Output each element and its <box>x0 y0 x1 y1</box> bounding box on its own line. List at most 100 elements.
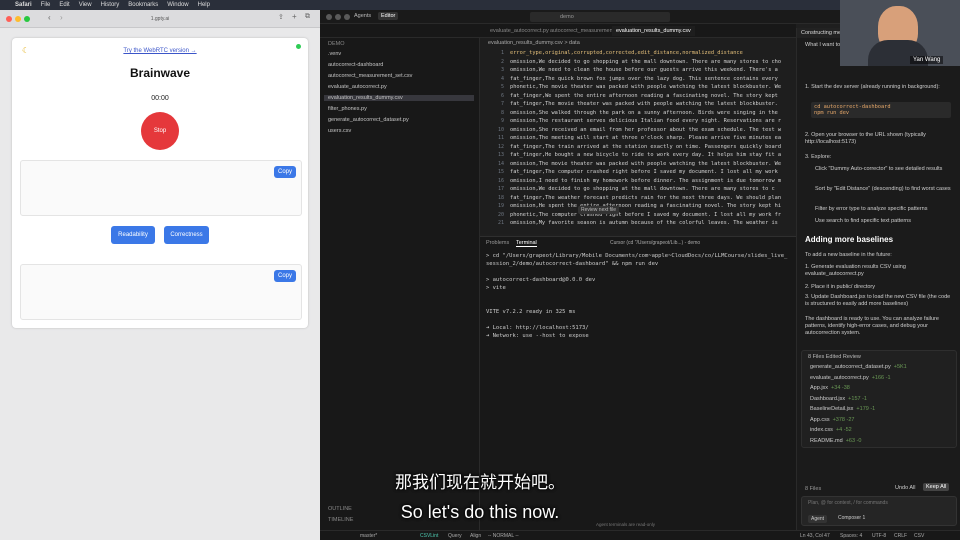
chat-input[interactable]: Plan, @ for context, / for commands Agen… <box>801 496 957 526</box>
git-branch[interactable]: master* <box>360 533 377 539</box>
subtitle-chinese: 那我们现在就开始吧。 <box>395 473 565 493</box>
edited-file-row[interactable]: index.css +4 -52 <box>810 427 852 433</box>
code-editor[interactable]: evaluation_results_dummy.csv > data 1 err… <box>480 38 796 234</box>
code-line[interactable]: omission,We decided to go shopping at th… <box>510 186 775 192</box>
tab-agents[interactable]: Agents <box>354 13 371 19</box>
undo-all-button[interactable]: Undo All <box>895 485 916 491</box>
menubar-history[interactable]: History <box>101 2 120 8</box>
status-encoding[interactable]: UTF-8 <box>872 533 886 539</box>
menubar-edit[interactable]: Edit <box>59 2 69 8</box>
code-line[interactable]: fat_finger,We spent the entire afternoon… <box>510 93 778 99</box>
new-tab-icon[interactable]: + <box>292 12 297 21</box>
stop-button[interactable]: Stop <box>141 112 179 150</box>
tree-item[interactable]: evaluate_autocorrect.py <box>328 84 387 90</box>
close-window-icon[interactable] <box>6 16 12 22</box>
edited-file-row[interactable]: README.md +63 -0 <box>810 438 861 444</box>
tree-item[interactable]: users.csv <box>328 128 351 134</box>
tree-item[interactable]: .venv <box>328 51 341 57</box>
readability-button[interactable]: Readability <box>111 226 155 244</box>
tab-overview-icon[interactable]: ⧉ <box>305 13 310 21</box>
code-line[interactable]: omission,She walked through the park on … <box>510 110 778 116</box>
url-field[interactable]: 1.gpty.ai <box>120 14 200 24</box>
code-line[interactable]: omission,The meeting will start at three… <box>510 135 781 141</box>
status-eol[interactable]: CRLF <box>894 533 907 539</box>
status-dot <box>296 44 301 49</box>
code-line[interactable]: omission,The restaurant serves delicious… <box>510 118 781 124</box>
output-textarea[interactable] <box>20 264 302 320</box>
tree-item-selected[interactable]: evaluation_results_dummy.csv <box>324 95 474 101</box>
code-line[interactable]: fat_finger,The computer crashed right be… <box>510 169 778 175</box>
copy-button-2[interactable]: Copy <box>274 270 296 282</box>
code-line[interactable]: fat_finger,He bought a new bicycle to ri… <box>510 152 781 158</box>
menubar-view[interactable]: View <box>79 2 92 8</box>
files-footer[interactable]: 8 Files <box>805 486 821 492</box>
code-line[interactable]: omission,We need to clean the house befo… <box>510 67 778 73</box>
menubar-window[interactable]: Window <box>167 2 188 8</box>
menubar-bookmarks[interactable]: Bookmarks <box>128 2 158 8</box>
editor-tab-results[interactable]: evaluation_results_dummy.csv <box>612 26 695 36</box>
review-next-file-hint[interactable]: Review next file <box>578 206 620 214</box>
status-csvlint[interactable]: CSVLint <box>420 533 438 539</box>
code-line[interactable]: omission,She received an email from her … <box>510 127 781 133</box>
close-window-icon[interactable] <box>326 14 332 20</box>
code-line[interactable]: omission,I need to finish my homework be… <box>510 178 781 184</box>
mac-menubar: Safari File Edit View History Bookmarks … <box>0 0 960 10</box>
line-number: 19 <box>497 203 504 209</box>
code-line[interactable]: omission,We decided to go shopping at th… <box>510 59 781 65</box>
code-line[interactable]: fat_finger,The movie theater was packed … <box>510 101 778 107</box>
breadcrumb[interactable]: evaluation_results_dummy.csv > data <box>488 40 580 46</box>
minimize-window-icon[interactable] <box>15 16 21 22</box>
code-line[interactable]: omission,My favorite season is autumn be… <box>510 220 778 226</box>
webrtc-link[interactable]: Try the WebRTC version → <box>12 48 308 54</box>
code-line[interactable]: fat_finger,The train arrived at the stat… <box>510 144 781 150</box>
minimize-window-icon[interactable] <box>335 14 341 20</box>
correctness-button[interactable]: Correctness <box>164 226 209 244</box>
command-search[interactable]: demo <box>530 12 670 22</box>
keep-all-button[interactable]: Keep All <box>923 483 950 491</box>
line-number: 12 <box>497 143 504 150</box>
transcript-textarea[interactable] <box>20 160 302 216</box>
menubar-file[interactable]: File <box>41 2 51 8</box>
tree-item[interactable]: filter_phones.py <box>328 106 367 112</box>
agent-mode-select[interactable]: Agent <box>808 515 828 523</box>
tab-terminal[interactable]: Terminal <box>516 240 537 247</box>
status-spaces[interactable]: Spaces: 4 <box>840 533 862 539</box>
code-line[interactable]: error_type,original,corrupted,corrected,… <box>510 50 743 56</box>
model-select[interactable]: Composer 1 <box>838 515 865 521</box>
tree-item[interactable]: autocorrect-dashboard <box>328 62 383 68</box>
tab-editor[interactable]: Editor <box>378 12 399 20</box>
edited-file-row[interactable]: Dashboard.jsx +157 -1 <box>810 396 867 402</box>
tab-problems[interactable]: Problems <box>486 240 509 246</box>
menubar-help[interactable]: Help <box>198 2 210 8</box>
files-edited-header[interactable]: 8 Files Edited Review <box>808 354 861 360</box>
back-icon[interactable]: ‹ <box>48 13 51 22</box>
code-line[interactable]: phonetic,The movie theater was packed wi… <box>510 84 781 90</box>
zoom-window-icon[interactable] <box>344 14 350 20</box>
editor-tab-evaluate[interactable]: evaluate_autocorrect.py <box>490 28 549 34</box>
edited-file-row[interactable]: generate_autocorrect_dataset.py +5K1 <box>810 364 907 370</box>
code-line[interactable]: fat_finger,The weather forecast predicts… <box>510 195 781 201</box>
code-line[interactable]: omission,He spent the entire afternoon r… <box>510 203 781 209</box>
copy-button-1[interactable]: Copy <box>274 166 296 178</box>
status-cursor-pos[interactable]: Ln 43, Col 47 <box>800 533 830 539</box>
share-icon[interactable]: ⇪ <box>278 13 284 21</box>
line-number: 18 <box>497 194 504 201</box>
status-align[interactable]: Align <box>470 533 481 539</box>
edited-file-row[interactable]: evaluate_autocorrect.py +166 -1 <box>810 375 891 381</box>
code-line[interactable]: phonetic,The computer crashed right befo… <box>510 212 781 218</box>
edited-file-row[interactable]: App.css +378 -27 <box>810 417 854 423</box>
tree-item[interactable]: generate_autocorrect_dataset.py <box>328 117 409 123</box>
status-query[interactable]: Query <box>448 533 462 539</box>
chat-step-2: 2. Open your browser to the URL shown (t… <box>805 132 926 145</box>
zoom-window-icon[interactable] <box>24 16 30 22</box>
code-line[interactable]: omission,The movie theater was packed wi… <box>510 161 781 167</box>
code-line[interactable]: fat_finger,The quick brown fox jumps ove… <box>510 76 778 82</box>
chat-step-1: 1. Start the dev server (already running… <box>805 84 940 90</box>
edited-file-row[interactable]: App.jsx +34 -38 <box>810 385 850 391</box>
menubar-app-name[interactable]: Safari <box>15 2 32 8</box>
tree-item[interactable]: autocorrect_measurement_set.csv <box>328 73 412 79</box>
edited-file-row[interactable]: BaselineDetail.jsx +179 -1 <box>810 406 875 412</box>
status-language[interactable]: CSV <box>914 533 924 539</box>
page-title: Brainwave <box>129 66 191 80</box>
forward-icon[interactable]: › <box>60 13 63 22</box>
